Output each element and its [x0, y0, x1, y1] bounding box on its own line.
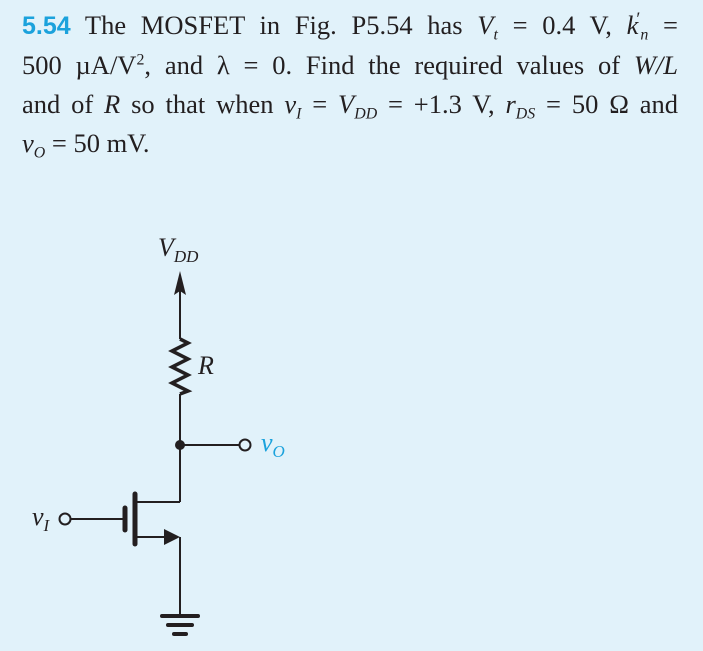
output-terminal [238, 438, 252, 452]
vdd-label: VDD [158, 233, 199, 266]
ground-icon [160, 614, 200, 636]
input-label: vI [32, 502, 51, 535]
output-label: vO [261, 428, 285, 461]
input-terminal [58, 512, 72, 526]
resistor-label: R [197, 351, 214, 380]
circuit-diagram: VDD R vO vI [32, 233, 285, 636]
resistor-icon [168, 337, 193, 396]
source-arrow-icon [164, 529, 180, 545]
